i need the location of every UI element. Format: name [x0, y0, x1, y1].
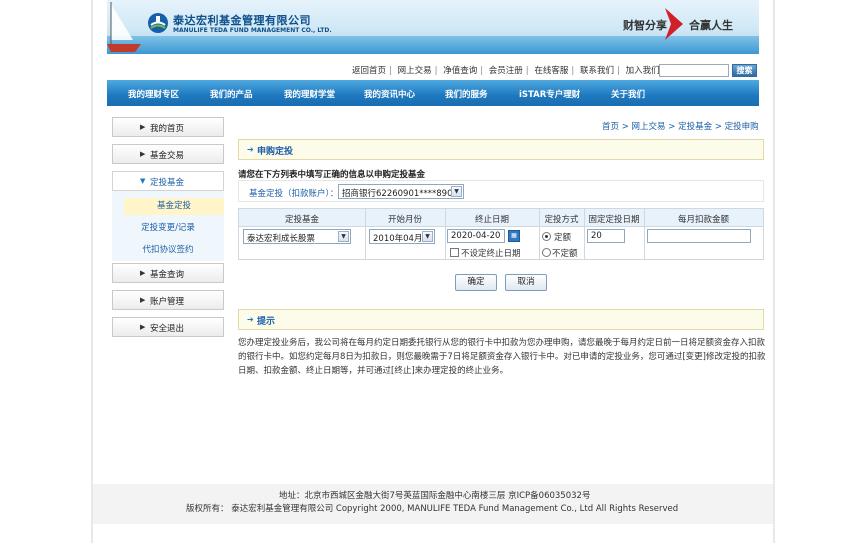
nav-school[interactable]: 我的理财学堂 — [284, 88, 335, 100]
arrow-right-icon: ➔ — [247, 315, 254, 324]
toplink-home[interactable]: 返回首页 — [352, 66, 386, 76]
site-banner: 泰达宏利基金管理有限公司 MANULIFE TEDA FUND MANAGEME… — [107, 0, 759, 54]
cancel-button[interactable]: 取消 — [505, 274, 547, 291]
arrow-right-icon: ▶ — [140, 269, 146, 277]
confirm-button[interactable]: 确定 — [455, 274, 497, 291]
sidebar-item-account[interactable]: ▶ 账户管理 — [112, 290, 224, 310]
sidebar-item-trade[interactable]: ▶ 基金交易 — [112, 144, 224, 164]
slogan-right: 合赢人生 — [689, 19, 733, 32]
sidebar-item-label: 基金交易 — [150, 151, 185, 161]
amount-input[interactable] — [647, 229, 751, 243]
sidebar-item-label: 定投基金 — [150, 178, 185, 188]
mode-variable-radio[interactable] — [542, 248, 551, 257]
nav-istar[interactable]: iSTAR专户理财 — [519, 88, 580, 100]
col-amount: 每月扣款金额 — [677, 215, 729, 225]
footer-address: 地址：北京市西城区金融大街7号英蓝国际金融中心南楼三层 京ICP备0603503… — [279, 491, 591, 501]
toplink-register[interactable]: 会员注册 — [489, 66, 523, 76]
debit-account-label: 基金定投（扣款账户）： — [249, 189, 339, 199]
fixed-invest-table: 定投基金 开始月份 终止日期 定投方式 固定定投日期 每月扣款金额 泰达宏利成长… — [238, 208, 764, 260]
sidebar-item-label: 基金查询 — [150, 270, 185, 280]
fixed-day-input[interactable]: 20 — [587, 229, 625, 243]
arrow-right-icon: ➔ — [247, 145, 254, 154]
breadcrumb-home[interactable]: 首页 — [602, 122, 619, 132]
nav-info-center[interactable]: 我的资讯中心 — [364, 88, 415, 100]
search-button[interactable]: 搜索 — [732, 64, 757, 77]
page-shadow-right — [773, 0, 775, 543]
breadcrumb: 首页 > 网上交易 > 定投基金 > 定投申购 — [602, 122, 759, 132]
section-header-purchase: ➔ 申购定投 — [238, 139, 764, 160]
col-mode: 定投方式 — [544, 215, 579, 225]
section-title: 申购定投 — [257, 147, 294, 157]
table-header: 定投基金 开始月份 终止日期 定投方式 固定定投日期 每月扣款金额 — [239, 209, 763, 227]
nav-about[interactable]: 关于我们 — [611, 88, 645, 100]
arrow-right-icon: ▶ — [140, 296, 146, 304]
col-fund: 定投基金 — [284, 215, 319, 225]
start-month-select[interactable]: 2010年04月 ▼ — [369, 229, 435, 244]
mode-fixed-label: 定额 — [554, 233, 572, 243]
sailboat-icon — [107, 2, 141, 52]
debit-account-row: 基金定投（扣款账户）： 招商银行62260901****8905 ▼ — [238, 180, 764, 202]
nav-products[interactable]: 我们的产品 — [210, 88, 253, 100]
arrow-right-icon: ▶ — [140, 123, 146, 131]
nav-my-finance[interactable]: 我的理财专区 — [128, 88, 179, 100]
sidebar-item-home[interactable]: ▶ 我的首页 — [112, 117, 224, 137]
fund-select[interactable]: 泰达宏利成长股票 ▼ — [243, 229, 351, 244]
toplink-online-service[interactable]: 在线客服 — [534, 66, 568, 76]
mode-fixed-radio[interactable] — [542, 232, 551, 241]
slogan-left: 财智分享 — [623, 19, 667, 32]
top-links: 返回首页 | 网上交易 | 净值查询 | 会员注册 | 在线客服 | 联系我们 | 加入我们 — [352, 66, 660, 76]
end-date-input[interactable]: 2020-04-20 — [447, 229, 505, 243]
col-start-month: 开始月份 — [387, 215, 422, 225]
debit-account-select[interactable]: 招商银行62260901****8905 ▼ — [338, 184, 464, 199]
company-name-en: MANULIFE TEDA FUND MANAGEMENT CO., LTD. — [173, 27, 332, 34]
section-header-tip: ➔ 提示 — [238, 309, 764, 330]
no-end-date-label: 不设定终止日期 — [461, 249, 521, 259]
company-logo-icon — [148, 13, 168, 33]
col-fixed-day: 固定定投日期 — [588, 215, 640, 225]
chevron-down-icon: ▼ — [338, 231, 349, 242]
sidebar-item-label: 安全退出 — [150, 324, 185, 334]
nav-services[interactable]: 我们的服务 — [445, 88, 488, 100]
arrow-down-icon: ▼ — [140, 177, 146, 185]
arrow-right-icon: ▶ — [140, 323, 146, 331]
mode-variable-label: 不定额 — [552, 249, 578, 259]
chevron-down-icon: ▼ — [422, 231, 433, 242]
calendar-icon[interactable]: ▦ — [508, 230, 520, 242]
sidebar-sub-fixed-invest[interactable]: 基金定投 — [124, 198, 224, 215]
col-end-date: 终止日期 — [474, 215, 509, 225]
sidebar-item-label: 账户管理 — [150, 297, 185, 307]
footer-bottom — [93, 524, 773, 543]
sidebar-item-fund-query[interactable]: ▶ 基金查询 — [112, 263, 224, 283]
sidebar-item-fixed-invest[interactable]: ▼ 定投基金 — [112, 171, 224, 191]
toplink-online-trade[interactable]: 网上交易 — [398, 66, 432, 76]
search-input[interactable] — [659, 64, 729, 77]
toplink-contact[interactable]: 联系我们 — [580, 66, 614, 76]
main-nav: 我的理财专区 我们的产品 我的理财学堂 我的资讯中心 我们的服务 iSTAR专户… — [107, 80, 759, 106]
form-instruction: 请您在下方列表中填写正确的信息以申购定投基金 — [238, 170, 426, 180]
breadcrumb-online-trade[interactable]: 网上交易 — [632, 122, 666, 132]
sidebar-item-logout[interactable]: ▶ 安全退出 — [112, 317, 224, 337]
slogan-arrow-icon — [665, 8, 683, 40]
section-title: 提示 — [257, 317, 276, 327]
breadcrumb-fixed-invest[interactable]: 定投基金 — [678, 122, 712, 132]
sidebar-sub-debit-agreement[interactable]: 代扣协议签约 — [112, 242, 224, 259]
tip-text: 您办理定投业务后，我公司将在每月约定日期委托银行从您的银行卡中扣款为您办理申购，… — [238, 338, 766, 376]
no-end-date-checkbox[interactable] — [450, 248, 459, 257]
arrow-right-icon: ▶ — [140, 150, 146, 158]
sidebar-item-label: 我的首页 — [150, 124, 185, 134]
sidebar-sub-change-records[interactable]: 定投变更/记录 — [112, 220, 224, 237]
banner-sea — [107, 36, 759, 54]
company-name-cn: 泰达宏利基金管理有限公司 — [173, 14, 311, 27]
breadcrumb-current: 定投申购 — [724, 122, 759, 132]
footer-copyright: 版权所有： 泰达宏利基金管理有限公司 Copyright 2000, MANUL… — [186, 504, 679, 514]
footer: 地址：北京市西城区金融大街7号英蓝国际金融中心南楼三层 京ICP备0603503… — [93, 484, 773, 524]
chevron-down-icon: ▼ — [451, 186, 462, 197]
toplink-nav-query[interactable]: 净值查询 — [443, 66, 477, 76]
toplink-join[interactable]: 加入我们 — [626, 66, 660, 76]
